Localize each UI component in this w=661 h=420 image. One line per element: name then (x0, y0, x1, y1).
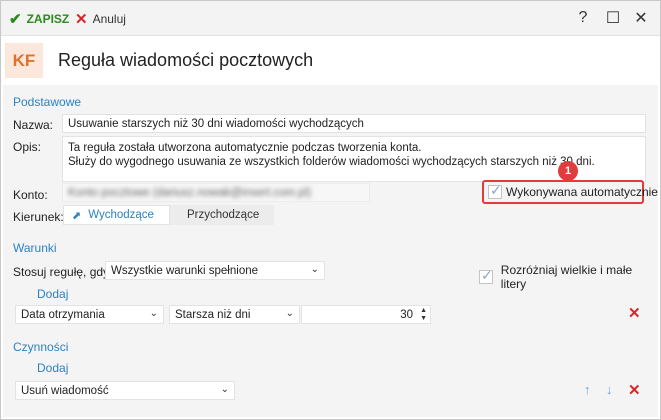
section-conditions-title: Warunki (13, 241, 57, 255)
checkmark-icon: ✓ (490, 182, 502, 198)
condition-number-stepper[interactable]: 30 ▲ ▼ (301, 305, 431, 324)
direction-label: Kierunek: (13, 210, 64, 224)
kf-logo: KF (5, 43, 43, 78)
apply-rule-select[interactable]: Wszystkie warunki spełnione ⌄ (105, 261, 325, 280)
section-actions-title: Czynności (13, 340, 69, 354)
case-sensitive-label: Rozróżniaj wielkie i małe litery (500, 263, 633, 291)
account-field: Konto pocztowe (dariusz.nowak@insert.com… (62, 183, 370, 202)
case-sensitive-checkbox[interactable]: ✓ Rozróżniaj wielkie i małe litery (479, 263, 658, 291)
chevron-down-icon: ⌄ (310, 264, 319, 275)
arrow-up-icon[interactable]: ↑ (584, 382, 591, 397)
help-button[interactable]: ? (574, 9, 592, 27)
cancel-button[interactable]: ✕ Anuluj (75, 10, 126, 28)
annotation-badge: 1 (558, 161, 578, 181)
chevron-down-icon: ⌄ (220, 384, 229, 395)
description-line-1: Ta reguła została utworzona automatyczni… (68, 142, 422, 154)
dialog-header: KF Reguła wiadomości pocztowych (1, 37, 660, 85)
form-content: Podstawowe Nazwa: Usuwanie starszych niż… (3, 85, 658, 417)
account-label: Konto: (13, 188, 48, 202)
outgoing-arrow-icon: ⬈ (72, 209, 82, 222)
chevron-down-icon: ⌄ (149, 308, 158, 319)
description-line-2: Służy do wygodnego usuwania ze wszystkic… (68, 156, 595, 168)
account-value: Konto pocztowe (dariusz.nowak@insert.com… (68, 187, 312, 199)
apply-rule-value: Wszystkie warunki spełnione (111, 265, 259, 277)
stepper-arrows-icon: ▲ ▼ (420, 307, 427, 322)
direction-outgoing-option[interactable]: ⬈ Wychodzące (63, 205, 170, 225)
auto-execute-checkbox-box: ✓ (488, 182, 502, 199)
condition-field-value: Data otrzymania (21, 309, 105, 321)
name-field[interactable]: Usuwanie starszych niż 30 dni wiadomości… (62, 114, 646, 133)
condition-operator-value: Starsza niż dni (175, 309, 251, 321)
condition-field-select[interactable]: Data otrzymania ⌄ (15, 305, 164, 324)
arrow-down-icon[interactable]: ↓ (606, 382, 613, 397)
page-title: Reguła wiadomości pocztowych (58, 50, 314, 70)
auto-execute-checkbox[interactable]: ✓ Wykonywana automatycznie (488, 182, 658, 199)
save-button-label: ZAPISZ (26, 12, 70, 26)
rule-dialog-window: ✔ ZAPISZ ✕ Anuluj ? ☐ ✕ KF Reguła wiadom… (0, 0, 661, 420)
add-condition-link[interactable]: Dodaj (37, 287, 68, 301)
cancel-button-label: Anuluj (92, 12, 126, 26)
section-basic-title: Podstawowe (13, 95, 82, 109)
action-select[interactable]: Usuń wiadomość ⌄ (15, 381, 235, 400)
close-window-button[interactable]: ✕ (632, 9, 650, 27)
apply-rule-label: Stosuj regułę, gdy: (13, 265, 113, 279)
action-value: Usuń wiadomość (21, 385, 109, 397)
checkmark-icon: ✔ (9, 11, 22, 28)
auto-execute-label: Wykonywana automatycznie (506, 185, 658, 199)
save-button[interactable]: ✔ ZAPISZ (9, 10, 69, 28)
direction-incoming-option[interactable]: Przychodzące (170, 205, 274, 225)
case-sensitive-checkbox-box: ✓ (479, 267, 493, 284)
description-label: Opis: (13, 140, 42, 154)
condition-operator-select[interactable]: Starsza niż dni ⌄ (169, 305, 300, 324)
delete-condition-icon[interactable]: ✕ (628, 304, 641, 322)
maximize-button[interactable]: ☐ (604, 9, 622, 27)
direction-incoming-label: Przychodzące (187, 209, 260, 221)
direction-toggle: ⬈ Wychodzące Przychodzące (63, 205, 274, 225)
close-icon: ✕ (75, 11, 88, 28)
chevron-down-icon: ⌄ (285, 308, 294, 319)
add-action-link[interactable]: Dodaj (37, 361, 68, 375)
toolbar: ✔ ZAPISZ ✕ Anuluj ? ☐ ✕ (1, 1, 660, 36)
direction-outgoing-label: Wychodzące (88, 209, 154, 221)
delete-action-icon[interactable]: ✕ (628, 381, 641, 399)
condition-number-value: 30 (400, 309, 413, 321)
checkmark-icon: ✓ (481, 267, 493, 283)
name-label: Nazwa: (13, 118, 54, 132)
